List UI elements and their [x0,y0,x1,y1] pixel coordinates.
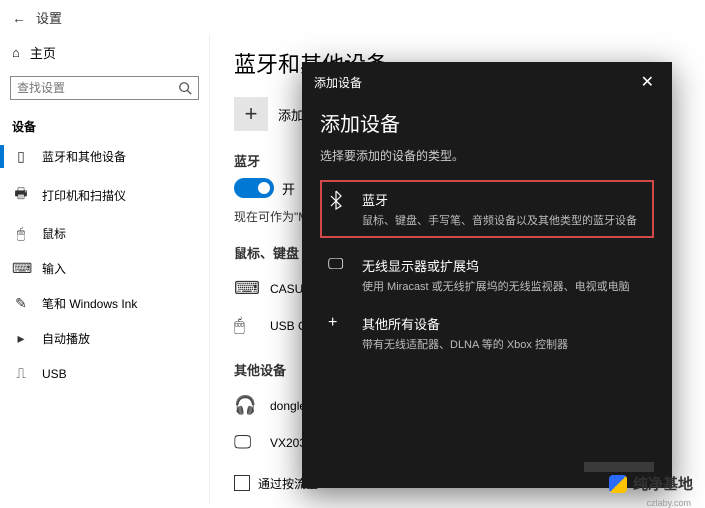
nav-usb[interactable]: ⎍ USB [0,356,209,391]
nav-pen[interactable]: ✎ 笔和 Windows Ink [0,286,209,321]
keyboard-icon: ⌨ [12,260,30,277]
dialog-title: 添加设备 [320,108,654,137]
window-title: 设置 [36,8,62,27]
nav-label: 笔和 Windows Ink [42,295,137,312]
monitor-icon: 🖵 [234,432,262,453]
nav-typing[interactable]: ⌨ 输入 [0,251,209,286]
bluetooth-toggle[interactable] [234,178,274,198]
option-desc: 鼠标、键盘、手写笔、音频设备以及其他类型的蓝牙设备 [362,212,646,228]
dialog-subtitle: 选择要添加的设备的类型。 [320,147,654,164]
device-name: dongle [270,399,306,413]
mouse-device-icon: 🖱 [234,315,262,336]
option-title: 无线显示器或扩展坞 [362,256,646,275]
nav-label: 蓝牙和其他设备 [42,148,126,165]
dialog-titlebar: 添加设备 ✕ [302,62,672,102]
home-link[interactable]: ⌂ 主页 [0,35,209,70]
nav-label: 打印机和扫描仪 [42,187,126,204]
option-desc: 使用 Miracast 或无线扩展坞的无线监视器、电视或电脑 [362,278,646,294]
search-icon [178,81,192,95]
mouse-icon: 🖱 [12,225,30,242]
display-icon: 🖵 [328,256,352,294]
keyboard-device-icon: ⌨ [234,278,262,299]
bluetooth-icon [328,190,352,228]
option-title: 其他所有设备 [362,314,646,333]
printer-icon: 🖶 [12,183,30,207]
section-label: 设备 [0,114,209,139]
nav-printers[interactable]: 🖶 打印机和扫描仪 [0,174,209,216]
checkbox[interactable] [234,475,250,491]
bluetooth-icon: ▯ [12,148,30,165]
back-icon[interactable]: ← [12,10,26,26]
add-device-dialog: 添加设备 ✕ 添加设备 选择要添加的设备的类型。 蓝牙 鼠标、键盘、手写笔、音频… [302,62,672,488]
watermark-text: 纯净基地 [633,473,693,494]
nav-bluetooth[interactable]: ▯ 蓝牙和其他设备 [0,139,209,174]
dialog-titlebar-label: 添加设备 [314,74,362,91]
option-everything-else[interactable]: + 其他所有设备 带有无线适配器、DLNA 等的 Xbox 控制器 [320,304,654,362]
toggle-state-label: 开 [282,179,295,198]
usb-icon: ⎍ [12,365,30,382]
option-desc: 带有无线适配器、DLNA 等的 Xbox 控制器 [362,336,646,352]
window-titlebar: ← 设置 [0,0,705,35]
nav-label: 自动播放 [42,330,90,347]
nav-label: USB [42,367,67,381]
search-input[interactable] [10,76,199,100]
headset-icon: 🎧 [234,395,262,416]
nav-label: 输入 [42,260,66,277]
watermark-logo [609,475,627,493]
home-icon: ⌂ [12,45,20,60]
search-field[interactable] [17,81,178,95]
pen-icon: ✎ [12,295,30,312]
nav-mouse[interactable]: 🖱 鼠标 [0,216,209,251]
sidebar: ⌂ 主页 设备 ▯ 蓝牙和其他设备 🖶 打印机和扫描仪 🖱 鼠标 [0,35,210,504]
nav-autoplay[interactable]: ▸ 自动播放 [0,321,209,356]
watermark: 纯净基地 [609,473,693,494]
option-wireless-display[interactable]: 🖵 无线显示器或扩展坞 使用 Miracast 或无线扩展坞的无线监视器、电视或… [320,246,654,304]
close-button[interactable]: ✕ [635,72,660,92]
nav-label: 鼠标 [42,225,66,242]
plus-button[interactable]: + [234,97,268,131]
plus-icon: + [328,314,352,352]
dialog-footer-button[interactable] [584,462,654,472]
home-label: 主页 [30,43,56,62]
option-bluetooth[interactable]: 蓝牙 鼠标、键盘、手写笔、音频设备以及其他类型的蓝牙设备 [320,180,654,238]
autoplay-icon: ▸ [12,330,30,347]
option-title: 蓝牙 [362,190,646,209]
